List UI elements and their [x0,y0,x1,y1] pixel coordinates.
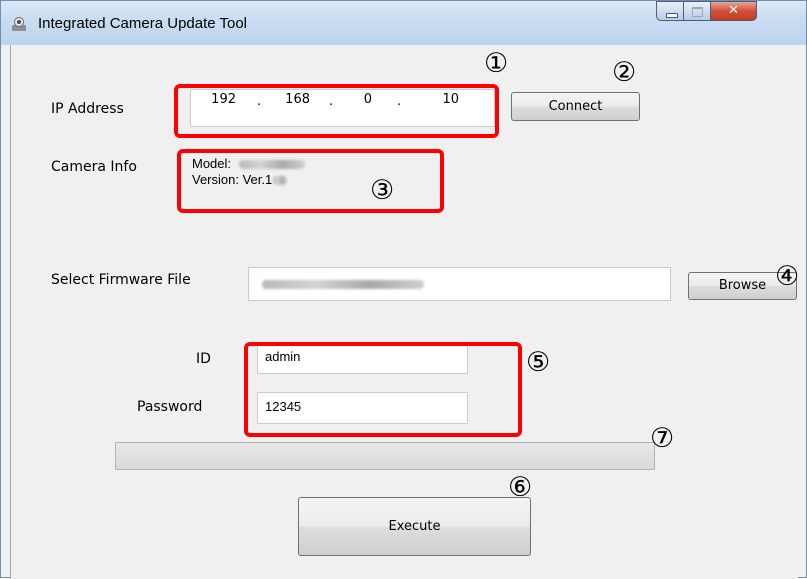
annotation-marker-5: ⑤ [526,347,551,378]
close-icon: ✕ [728,3,739,18]
id-label: ID [196,351,211,367]
annotation-marker-4: ④ [775,261,800,292]
title-bar[interactable]: Integrated Camera Update Tool ✕ [1,1,806,45]
connect-button[interactable]: Connect [511,92,640,121]
camera-info-label: Camera Info [51,159,137,175]
annotation-marker-1: ① [484,48,509,79]
maximize-icon [692,7,703,17]
callout-box-credentials [244,342,522,437]
callout-box-ip-address [174,84,499,138]
dialog-body: IP Address 192 . 168 . 0 . 10 Connect Ca… [10,45,800,579]
callout-box-camera-info [177,149,444,213]
annotation-marker-3: ③ [370,175,395,206]
camera-app-icon [12,17,26,31]
progress-bar [115,442,655,470]
minimize-icon [666,13,678,18]
ip-address-label: IP Address [51,101,124,117]
firmware-file-label: Select Firmware File [51,272,191,288]
password-label: Password [137,399,203,415]
annotation-marker-6: ⑥ [508,472,533,503]
maximize-button[interactable] [684,1,711,21]
close-button[interactable]: ✕ [711,1,757,21]
app-window: Integrated Camera Update Tool ✕ IP Addre… [0,0,807,579]
window-title: Integrated Camera Update Tool [38,15,248,32]
annotation-marker-2: ② [612,57,637,88]
firmware-file-path-redacted [262,280,424,289]
minimize-button[interactable] [656,1,684,21]
annotation-marker-7: ⑦ [650,423,675,454]
firmware-file-input[interactable] [248,267,671,301]
execute-button[interactable]: Execute [298,497,531,556]
